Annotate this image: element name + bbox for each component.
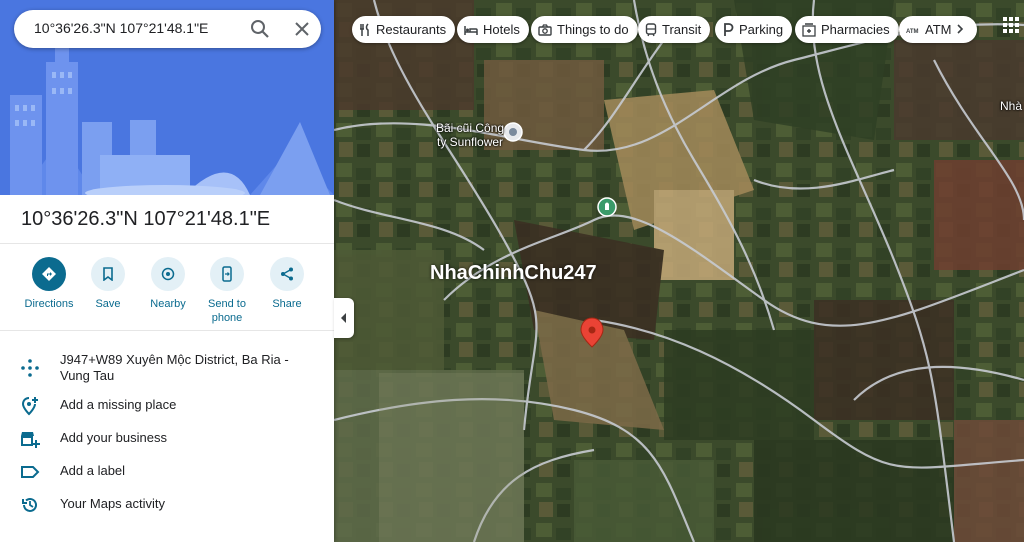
atm-icon: ATM [906,29,919,35]
send-to-phone-button[interactable]: Send to phone [197,257,257,325]
chip-things-to-do[interactable]: Things to do [531,16,638,43]
directions-icon [32,257,66,291]
chip-label: Hotels [483,22,520,37]
chip-restaurants[interactable]: Restaurants [352,16,456,43]
chip-label: Parking [739,22,784,37]
pharmacy-icon [802,22,816,37]
chip-label: Restaurants [376,22,447,37]
plus-code-row[interactable]: J947+W89 Xuyên Mộc District, Ba Ria - Vu… [0,346,334,386]
search-input[interactable]: 10°36'26.3"N 107°21'48.1"E [34,20,208,36]
add-business-row[interactable]: Add your business [0,424,334,454]
phone-icon [210,257,244,291]
share-label: Share [272,298,302,310]
add-location-icon [21,397,38,416]
chip-atm[interactable]: ATM ATM [899,16,978,43]
nearby-icon [151,257,185,291]
chip-hotels[interactable]: Hotels [457,16,529,43]
nearby-label: Nearby [150,298,186,310]
chip-parking[interactable]: Parking [715,16,793,43]
close-icon[interactable] [290,17,314,41]
save-button[interactable]: Save [78,257,138,311]
chip-label: Transit [662,22,702,37]
chip-label: Pharmacies [821,22,890,37]
restaurant-icon [360,22,369,36]
side-panel: 10°36'26.3"N 107°21'48.1"E Directions Sa… [0,0,334,542]
label-icon [21,466,40,478]
bookmark-icon [91,257,125,291]
divider [0,330,334,331]
add-missing-place-text: Add a missing place [60,397,177,412]
nearby-button[interactable]: Nearby [138,257,198,311]
share-icon [270,257,304,291]
add-label-text: Add a label [60,463,126,478]
poi-label-line2: ty Sunflower [437,135,504,149]
place-title: 10°36'26.3"N 107°21'48.1"E [21,208,271,230]
collapse-panel-button[interactable] [334,298,354,338]
divider [0,243,334,244]
hotel-icon [464,25,478,35]
edge-place-label[interactable]: Nhà [1000,99,1022,113]
chip-label: Things to do [557,22,629,37]
search-box[interactable]: 10°36'26.3"N 107°21'48.1"E [14,10,321,48]
chip-transit[interactable]: Transit [638,16,711,43]
chevron-right-icon[interactable] [954,23,966,35]
history-icon [22,497,37,512]
plus-code-icon [21,359,39,377]
send-to-phone-label-line2: phone [211,312,243,324]
maps-activity-row[interactable]: Your Maps activity [0,490,334,520]
search-icon[interactable] [248,17,272,41]
svg-text:ATM: ATM [906,29,919,35]
satellite-map[interactable]: Bãi cũi Công ty Sunflower Nhà Restaurant… [334,0,1024,542]
watermark-text: NhaChinhChu247 [430,262,597,284]
add-missing-place-row[interactable]: Add a missing place [0,391,334,421]
send-to-phone-label: Send to phone [197,297,257,325]
add-label-row[interactable]: Add a label [0,457,334,487]
save-label: Save [95,298,121,310]
directions-label: Directions [24,298,74,310]
send-to-phone-label-line1: Send to [208,298,246,310]
add-business-icon [21,432,40,448]
poi-label-line1: Bãi cũi Công [436,121,505,135]
maps-activity-text: Your Maps activity [60,496,166,511]
chip-pharmacies[interactable]: Pharmacies [795,16,899,43]
poi-label-sunflower[interactable]: Bãi cũi Công ty Sunflower [436,121,504,149]
plus-code-text: J947+W89 Xuyên Mộc District, Ba Ria - Vu… [60,352,289,383]
apps-grid-icon[interactable] [1003,17,1019,33]
add-business-text: Add your business [60,430,167,445]
parking-icon [724,22,734,36]
camera-icon [538,23,552,36]
directions-button[interactable]: Directions [19,257,79,311]
share-button[interactable]: Share [257,257,317,311]
transit-icon [645,22,657,36]
chevron-left-icon [341,313,346,323]
chip-label: ATM [925,22,952,37]
